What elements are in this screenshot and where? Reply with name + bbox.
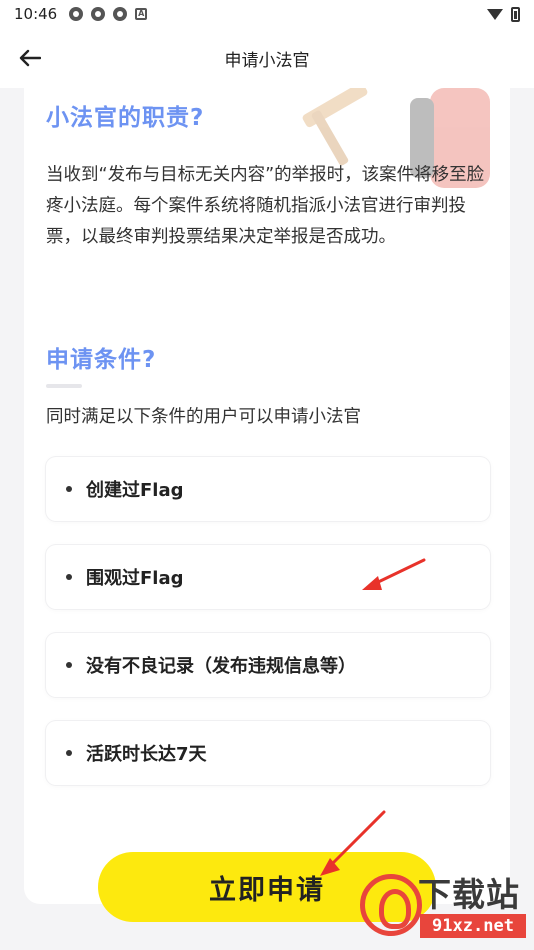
a-badge-icon: A xyxy=(135,8,148,20)
bullet-icon xyxy=(66,574,72,580)
condition-label: 创建过Flag xyxy=(86,480,184,501)
watermark-url: 91xz.net xyxy=(420,914,526,938)
status-bar: 10:46 A xyxy=(0,0,534,28)
condition-label: 活跃时长达7天 xyxy=(86,744,207,765)
bullet-icon xyxy=(66,662,72,668)
battery-icon xyxy=(511,6,520,22)
conditions-intro: 同时满足以下条件的用户可以申请小法官 xyxy=(46,407,361,427)
bullet-icon xyxy=(66,750,72,756)
app-notification-icon xyxy=(91,7,106,21)
condition-item: 没有不良记录（发布违规信息等） xyxy=(46,633,490,697)
back-button[interactable] xyxy=(14,42,46,74)
section-divider xyxy=(46,384,82,388)
duties-description: 当收到“发布与目标无关内容”的举报时，该案件将移至脸疼小法庭。每个案件系统将随机… xyxy=(46,165,485,247)
bullet-icon xyxy=(66,486,72,492)
site-watermark: 下载站 91xz.net xyxy=(360,866,530,946)
watermark-logo-icon xyxy=(360,874,422,936)
duties-title: 小法官的职责? xyxy=(46,105,205,131)
condition-item: 创建过Flag xyxy=(46,457,490,521)
condition-label: 围观过Flag xyxy=(86,568,184,589)
app-notification-icon xyxy=(69,7,84,21)
wifi-icon xyxy=(487,8,503,20)
arrow-left-icon xyxy=(19,49,41,67)
page-title: 申请小法官 xyxy=(224,50,310,71)
condition-label: 没有不良记录（发布违规信息等） xyxy=(86,656,356,677)
app-bar: 申请小法官 xyxy=(0,28,534,88)
conditions-title: 申请条件? xyxy=(46,347,157,373)
watermark-title: 下载站 xyxy=(418,875,520,914)
condition-item: 活跃时长达7天 xyxy=(46,721,490,785)
content-card: 小法官的职责? 当收到“发布与目标无关内容”的举报时，该案件将移至脸疼小法庭。每… xyxy=(24,88,510,904)
app-notification-icon xyxy=(113,7,128,21)
status-time: 10:46 xyxy=(14,5,58,23)
condition-item: 围观过Flag xyxy=(46,545,490,609)
status-right xyxy=(487,6,520,22)
